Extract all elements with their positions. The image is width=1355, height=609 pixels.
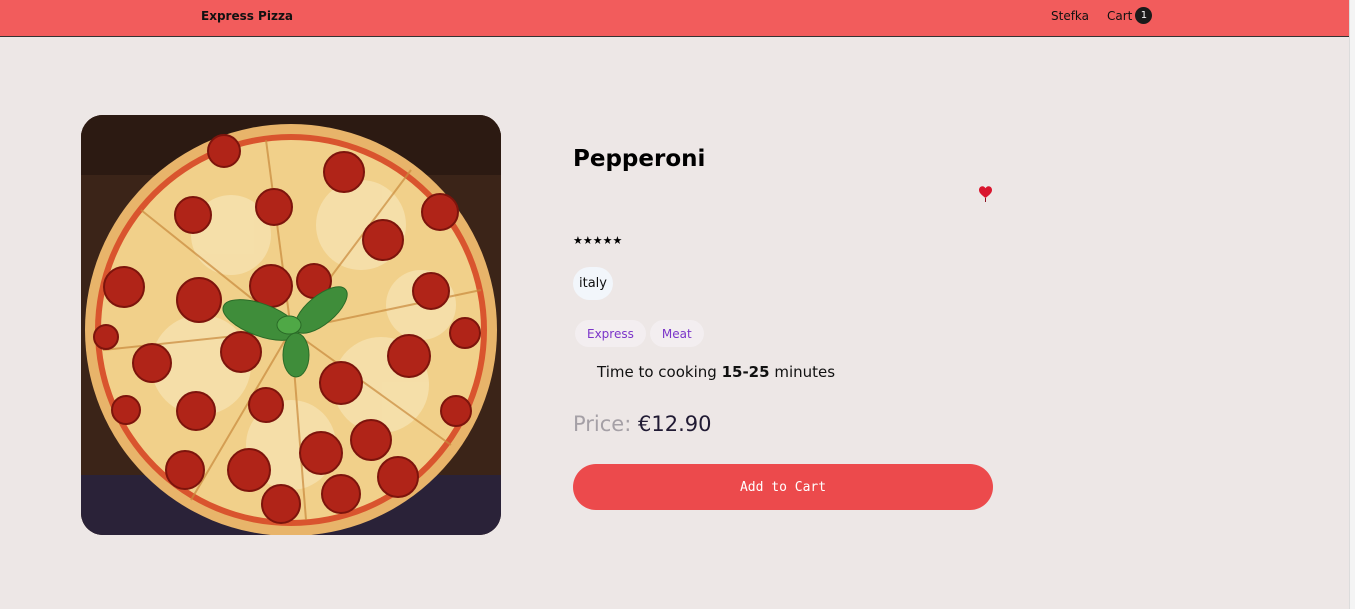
cart-count-badge: 1 (1135, 7, 1153, 24)
cooking-time-prefix: Time to cooking (597, 363, 717, 381)
rating-stars: ★★★★★ (573, 234, 623, 247)
heart-icon[interactable] (979, 186, 992, 206)
user-menu[interactable]: Stefka (1051, 9, 1089, 23)
add-to-cart-button[interactable]: Add to Cart (573, 464, 993, 510)
top-navbar: Express Pizza Stefka Cart 1 (0, 0, 1350, 37)
cart-label: Cart (1107, 8, 1133, 23)
price: Price: €12.90 (573, 412, 711, 436)
product-title: Pepperoni (573, 146, 706, 172)
cooking-time-suffix: minutes (774, 363, 836, 381)
page-scrollbar[interactable] (1349, 0, 1355, 609)
pizza-image (81, 115, 501, 535)
tag-list: Express Meat (575, 320, 704, 347)
cooking-time-value: 15-25 (721, 363, 770, 381)
price-label: Price: (573, 412, 632, 436)
origin-badge: italy (573, 267, 613, 300)
brand-logo[interactable]: Express Pizza (201, 9, 293, 23)
cooking-time: Time to cooking 15-25 minutes (597, 363, 835, 381)
tag-meat[interactable]: Meat (649, 320, 704, 347)
tag-express[interactable]: Express (575, 320, 646, 347)
cart-link[interactable]: Cart 1 (1107, 7, 1153, 24)
price-value: €12.90 (638, 412, 712, 436)
